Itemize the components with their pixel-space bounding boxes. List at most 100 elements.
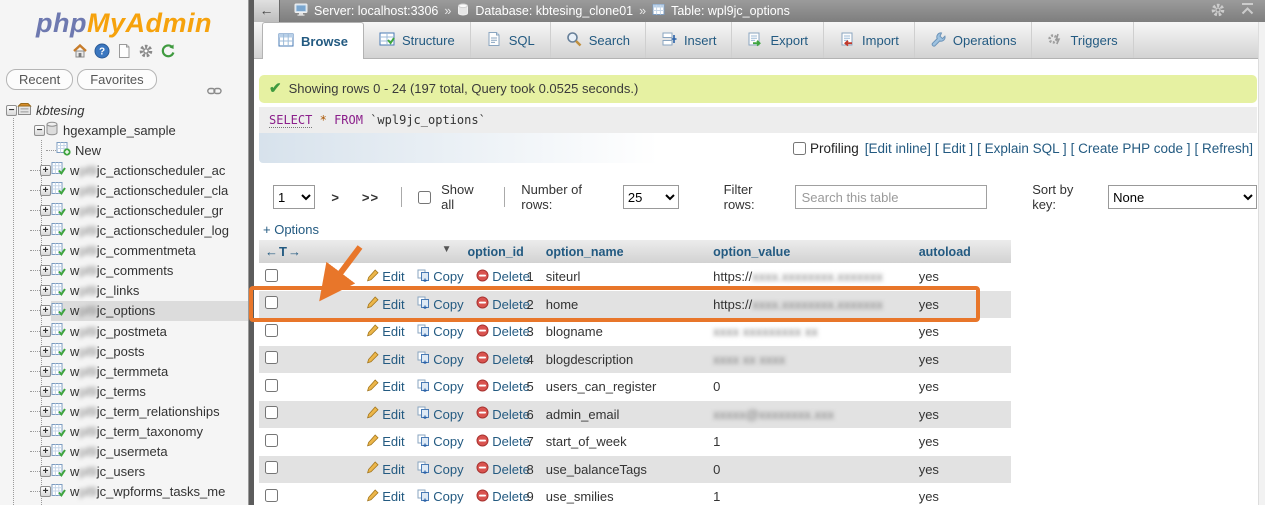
tree-table-item[interactable]: + wpl9jc_usermeta	[0, 442, 248, 462]
edit-action[interactable]: Edit	[366, 489, 405, 505]
expand-box-icon[interactable]: +	[40, 426, 51, 438]
copy-action[interactable]: Copy	[417, 379, 464, 395]
database-name[interactable]: hgexample_sample	[63, 123, 176, 138]
edit-action[interactable]: Edit	[366, 406, 405, 422]
expand-box-icon[interactable]: +	[40, 164, 51, 176]
row-checkbox[interactable]	[265, 323, 278, 337]
copy-action[interactable]: Copy	[417, 406, 464, 422]
tab-triggers[interactable]: Triggers	[1032, 22, 1134, 58]
row-checkbox[interactable]	[265, 461, 278, 475]
breadcrumb-table[interactable]: Table: wpl9jc_options	[671, 4, 790, 18]
create-php-code-link[interactable]: [ Create PHP code ]	[1071, 141, 1191, 156]
expand-box-icon[interactable]: +	[40, 265, 51, 277]
tab-structure[interactable]: Structure	[364, 22, 471, 58]
copy-action[interactable]: Copy	[417, 351, 464, 367]
tree-table-item[interactable]: + wpl9jc_actionscheduler_cla	[0, 180, 248, 200]
table-name[interactable]: wpl9jc_usermeta	[70, 444, 168, 459]
column-header-option-value[interactable]: option_value	[707, 240, 913, 263]
delete-action[interactable]: Delete	[476, 269, 530, 285]
table-name[interactable]: wpl9jc_terms	[70, 384, 146, 399]
column-controls-header[interactable]: ←T→ ▼	[259, 240, 462, 263]
expand-box-icon[interactable]: +	[40, 245, 51, 257]
next-page-button[interactable]: >	[325, 190, 346, 205]
expand-box-icon[interactable]: +	[40, 345, 51, 357]
expand-box-icon[interactable]: +	[40, 486, 51, 498]
edit-action[interactable]: Edit	[366, 269, 405, 285]
tree-table-item[interactable]: + wpl9jc_comments	[0, 261, 248, 281]
expand-box-icon[interactable]: +	[40, 385, 51, 397]
delete-action[interactable]: Delete	[476, 461, 530, 477]
table-name[interactable]: wpl9jc_term_taxonomy	[70, 424, 203, 439]
collapse-box-icon[interactable]: −	[34, 124, 45, 136]
table-name[interactable]: wpl9jc_term_relationships	[70, 404, 220, 419]
tab-browse[interactable]: Browse	[262, 22, 364, 59]
tab-insert[interactable]: Insert	[646, 22, 733, 58]
filter-rows-input[interactable]	[794, 185, 988, 209]
table-name[interactable]: wpl9jc_options	[70, 303, 155, 318]
table-name[interactable]: wpl9jc_postmeta	[70, 324, 167, 339]
table-name[interactable]: wpl9jc_posts	[70, 344, 144, 359]
tab-sql[interactable]: SQL	[471, 22, 551, 58]
delete-action[interactable]: Delete	[476, 406, 530, 422]
row-checkbox[interactable]	[265, 378, 278, 392]
row-checkbox[interactable]	[265, 296, 278, 310]
delete-action[interactable]: Delete	[476, 351, 530, 367]
row-checkbox[interactable]	[265, 488, 278, 502]
copy-action[interactable]: Copy	[417, 489, 464, 505]
new-table-label[interactable]: New	[75, 143, 101, 158]
expand-box-icon[interactable]: +	[40, 184, 51, 196]
column-header-option-name[interactable]: option_name	[539, 240, 708, 263]
page-settings-gear-icon[interactable]	[1210, 2, 1226, 21]
tree-table-item[interactable]: + wpl9jc_term_relationships	[0, 401, 248, 421]
expand-box-icon[interactable]: +	[40, 285, 51, 297]
recent-button[interactable]: Recent	[6, 69, 74, 90]
table-name[interactable]: wpl9jc_comments	[70, 263, 173, 278]
tree-table-item[interactable]: + wpl9jc_commentmeta	[0, 241, 248, 261]
tree-table-item[interactable]: + wpl9jc_terms	[0, 381, 248, 401]
settings-gear-icon[interactable]	[138, 43, 154, 59]
table-name[interactable]: wpl9jc_wpforms_tasks_me	[70, 484, 225, 499]
tree-new-table-row[interactable]: New	[0, 140, 248, 160]
tree-table-item[interactable]: + wpl9jc_wpforms_tasks_me	[0, 482, 248, 502]
refresh-link[interactable]: [ Refresh]	[1194, 141, 1253, 156]
delete-action[interactable]: Delete	[476, 489, 530, 505]
tree-table-item[interactable]: + wpl9jc_actionscheduler_gr	[0, 200, 248, 220]
expand-box-icon[interactable]: +	[40, 205, 51, 217]
sort-arrow-icon[interactable]: ▼	[442, 244, 452, 255]
table-name[interactable]: wpl9jc_actionscheduler_log	[70, 223, 229, 238]
row-checkbox[interactable]	[265, 433, 278, 447]
expand-box-icon[interactable]: +	[40, 225, 51, 237]
expand-box-icon[interactable]: +	[40, 305, 51, 317]
tree-database-row[interactable]: − hgexample_sample	[0, 120, 248, 140]
expand-box-icon[interactable]: +	[40, 365, 51, 377]
tab-export[interactable]: Export	[732, 22, 825, 58]
edit-action[interactable]: Edit	[366, 379, 405, 395]
table-name[interactable]: wpl9jc_commentmeta	[70, 243, 196, 258]
delete-action[interactable]: Delete	[476, 296, 530, 312]
favorites-button[interactable]: Favorites	[77, 69, 157, 90]
row-checkbox[interactable]	[265, 268, 278, 282]
table-name[interactable]: wpl9jc_users	[70, 464, 145, 479]
column-header-autoload[interactable]: autoload	[912, 240, 1011, 263]
options-toggle-link[interactable]: + Options	[259, 222, 1257, 238]
edit-link[interactable]: [ Edit ]	[935, 141, 973, 156]
collapse-top-icon[interactable]	[1240, 2, 1255, 21]
edit-action[interactable]: Edit	[366, 434, 405, 450]
delete-action[interactable]: Delete	[476, 324, 530, 340]
table-name[interactable]: wpl9jc_links	[70, 283, 139, 298]
home-icon[interactable]	[72, 43, 88, 59]
delete-action[interactable]: Delete	[476, 434, 530, 450]
collapse-box-icon[interactable]: −	[6, 104, 17, 116]
page-select[interactable]: 1	[273, 185, 316, 209]
refresh-icon[interactable]	[160, 43, 176, 59]
row-checkbox[interactable]	[265, 351, 278, 365]
tree-table-item[interactable]: + wpl9jc_users	[0, 462, 248, 482]
edit-action[interactable]: Edit	[366, 324, 405, 340]
copy-action[interactable]: Copy	[417, 434, 464, 450]
sort-by-key-select[interactable]: None	[1108, 185, 1258, 209]
edit-action[interactable]: Edit	[366, 296, 405, 312]
table-name[interactable]: wpl9jc_termmeta	[70, 364, 168, 379]
column-header-option-id[interactable]: option_id	[461, 240, 540, 263]
column-move-icon[interactable]: ←T→	[265, 244, 302, 259]
rows-per-page-select[interactable]: 25	[622, 185, 679, 209]
